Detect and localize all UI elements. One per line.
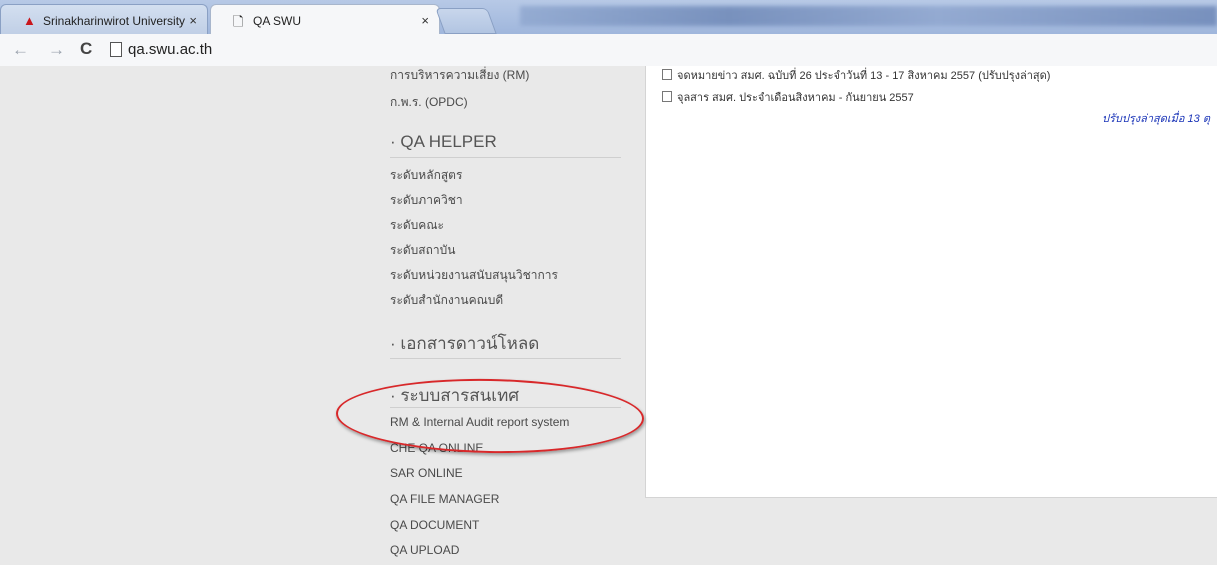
- sidebar-link[interactable]: ระดับสถาบัน: [390, 241, 455, 260]
- news-link[interactable]: จดหมายข่าว สมศ. ฉบับที่ 26 ประจำวันที่ 1…: [662, 66, 1050, 84]
- tab-label: Srinakharinwirot University: [43, 14, 186, 28]
- tab-srinakharinwirot[interactable]: ▲ Srinakharinwirot University ×: [0, 4, 208, 34]
- sidebar-link[interactable]: QA FILE MANAGER: [390, 492, 499, 506]
- tab-qa-swu[interactable]: 🗋 QA SWU ×: [210, 4, 440, 34]
- sidebar-link[interactable]: ระดับคณะ: [390, 216, 444, 235]
- sidebar-link[interactable]: ระดับหลักสูตร: [390, 166, 462, 185]
- close-icon[interactable]: ×: [189, 13, 197, 28]
- sidebar-link[interactable]: ระดับสำนักงานคณบดี: [390, 291, 503, 310]
- divider: [390, 358, 621, 359]
- browser-toolbar: ← → C qa.swu.ac.th: [0, 34, 1217, 67]
- section-title-downloads: · เอกสารดาวน์โหลด: [390, 334, 540, 353]
- page-icon: [110, 42, 122, 57]
- divider: [390, 157, 621, 158]
- news-link[interactable]: จุลสาร สมศ. ประจำเดือนสิงหาคม - กันยายน …: [662, 88, 914, 106]
- address-bar[interactable]: qa.swu.ac.th: [128, 41, 212, 58]
- sidebar-link[interactable]: ระดับหน่วยงานสนับสนุนวิชาการ: [390, 266, 558, 285]
- swu-logo-icon: ▲: [23, 13, 36, 28]
- red-annotation-oval: [335, 376, 645, 456]
- sidebar-link-opdc[interactable]: ก.พ.ร. (OPDC): [390, 93, 468, 112]
- blurred-window-title: [520, 6, 1217, 26]
- section-title-qa-helper: · QA HELPER: [390, 132, 497, 151]
- tab-label: QA SWU: [253, 14, 302, 28]
- reload-icon[interactable]: C: [80, 39, 92, 59]
- new-tab-button[interactable]: [435, 8, 497, 34]
- document-icon: [662, 69, 672, 80]
- document-icon: [662, 91, 672, 102]
- back-icon[interactable]: ←: [12, 40, 29, 60]
- sidebar-link[interactable]: QA UPLOAD: [390, 543, 459, 557]
- main-content: จดหมายข่าว สมศ. ฉบับที่ 26 ประจำวันที่ 1…: [645, 66, 1217, 498]
- sidebar-link[interactable]: SAR ONLINE: [390, 466, 463, 480]
- sidebar-link[interactable]: ระดับภาควิชา: [390, 191, 463, 210]
- close-icon[interactable]: ×: [421, 13, 429, 28]
- page-body: การบริหารความเสี่ยง (RM) ก.พ.ร. (OPDC) ·…: [0, 66, 1217, 565]
- forward-icon[interactable]: →: [48, 40, 65, 60]
- sidebar-link[interactable]: QA DOCUMENT: [390, 518, 479, 532]
- page-icon: 🗋: [233, 14, 244, 29]
- sidebar-link-rm[interactable]: การบริหารความเสี่ยง (RM): [390, 66, 529, 85]
- browser-tab-bar: ▲ Srinakharinwirot University × 🗋 QA SWU…: [0, 0, 1217, 34]
- last-updated-text: ปรับปรุงล่าสุดเมื่อ 13 ตุ: [1101, 113, 1210, 125]
